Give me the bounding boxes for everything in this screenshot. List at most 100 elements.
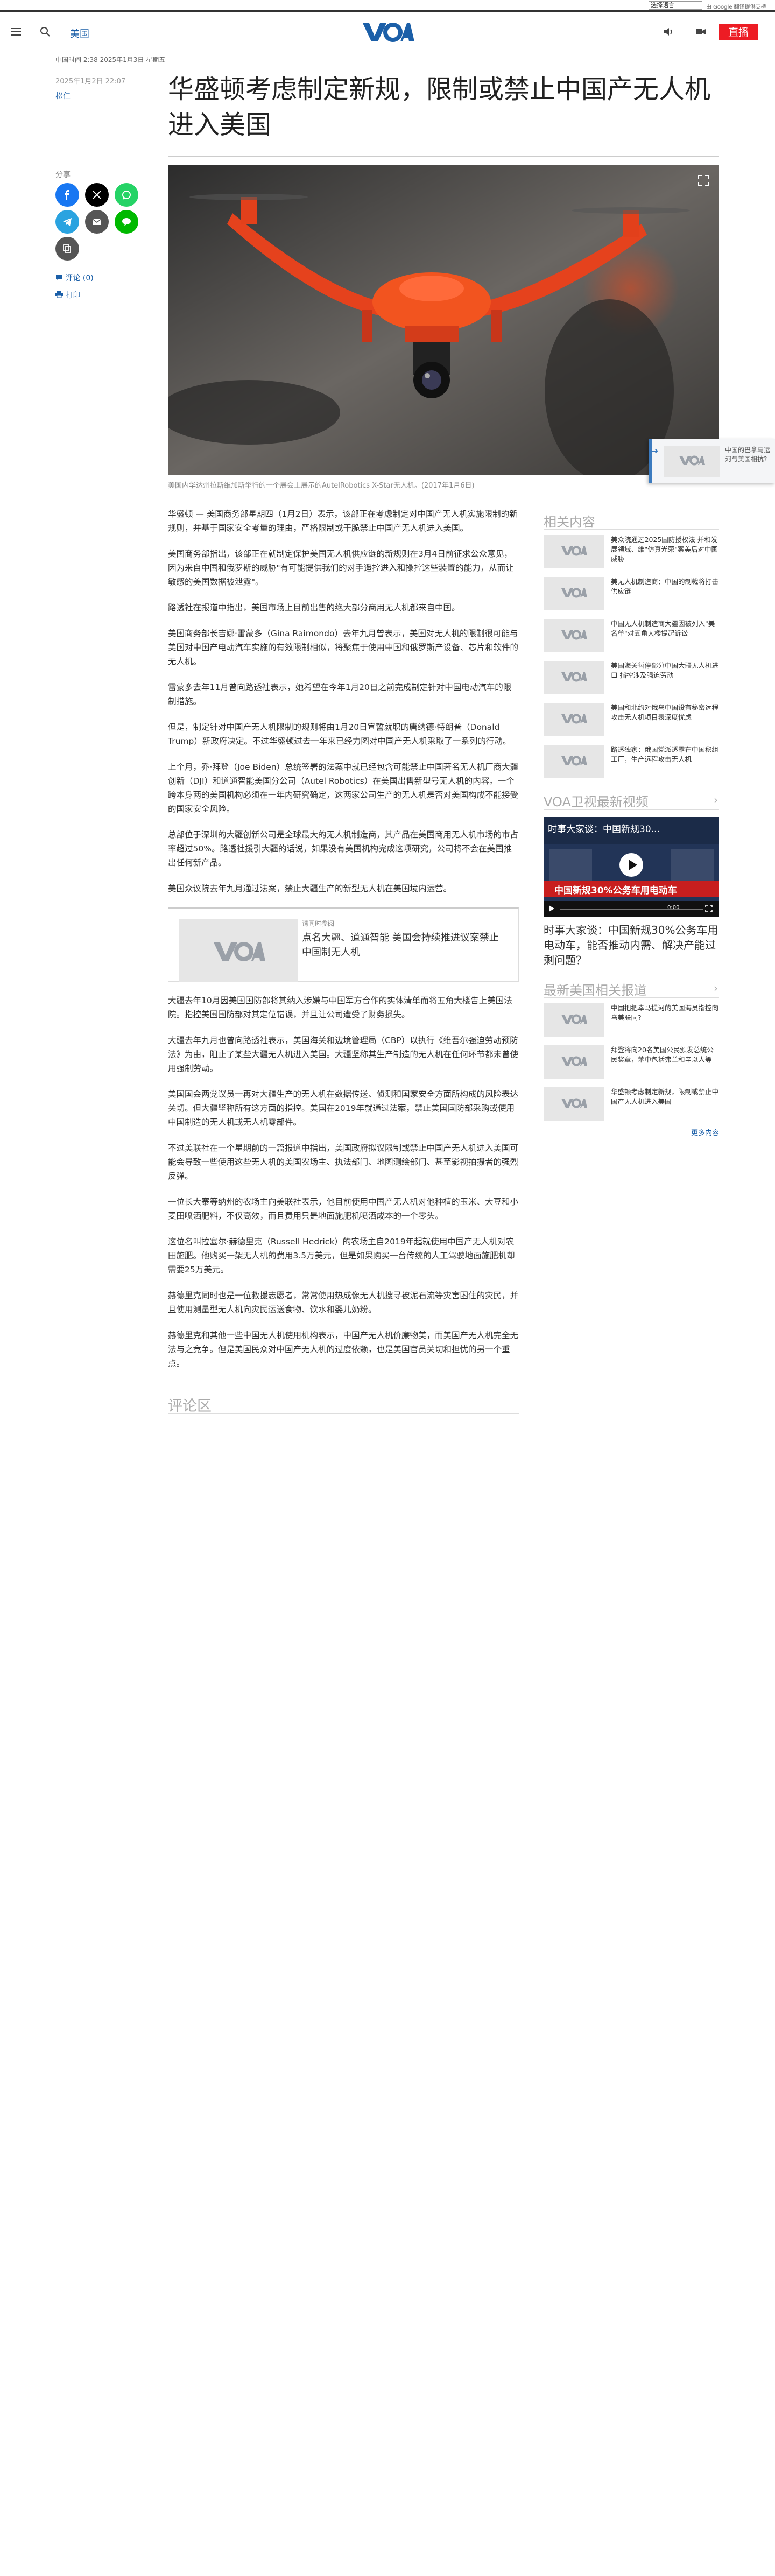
sidebar-list-item[interactable]: 美国和北约对俄乌中国设有秘密远程攻击无人机项目表深度忧虑 xyxy=(544,698,719,740)
arrow-right-icon[interactable]: ➜ xyxy=(651,446,658,456)
floating-recommendation[interactable]: ➜ 中国的巴拿马运河与美国相抗? xyxy=(649,439,775,483)
language-select[interactable]: 选择语言 xyxy=(649,1,702,10)
translate-bar: 选择语言 由 Google 翻译提供支持 xyxy=(0,0,775,12)
comment-icon xyxy=(56,275,62,280)
comments-section-title: 评论区 xyxy=(168,1398,212,1414)
x-icon xyxy=(93,191,101,199)
related-article-card[interactable]: 请同时参阅 点名大疆、道通智能 美国会持续推进议案禁止中国制无人机 xyxy=(168,907,519,982)
sidebar-list-item[interactable]: 中国无人机制造商大疆因被列入"美名单"对五角大楼提起诉讼 xyxy=(544,614,719,656)
sidebar-item-title[interactable]: 华盛顿考虑制定新规，限制或禁止中国产无人机进入美国 xyxy=(611,1087,718,1107)
sidebar-item-title[interactable]: 美众院通过2025国防授权法 并和发展领域、维"仿真光荣"案美后对中国威胁 xyxy=(611,535,718,564)
article-paragraph: 但是，制定针对中国产无人机限制的规则将由1月20日宣誓就职的唐纳德·特朗普（Do… xyxy=(168,722,511,746)
title-divider xyxy=(168,156,719,157)
sidebar-item-thumbnail xyxy=(544,1045,604,1079)
chevron-right-icon: › xyxy=(714,793,718,806)
telegram-share-button[interactable] xyxy=(55,210,79,234)
copy-icon xyxy=(63,244,71,253)
video-banner: 中国新规30%公务车用电动车 xyxy=(554,885,677,896)
video-player[interactable]: 时事大家谈：中国新规30... 中国新规30%公务车用电动车 0:00 xyxy=(544,817,719,917)
related-article-kicker: 请同时参阅 xyxy=(302,920,335,927)
article-paragraph: 美国商务部指出，该部正在就制定保护美国无人机供应链的新规则在3月4日前征求公众意… xyxy=(168,549,514,587)
print-link[interactable]: 打印 xyxy=(55,290,80,300)
sidebar-item-title[interactable]: 美无人机制造商：中国的制裁将打击供应链 xyxy=(611,577,718,596)
sidebar-item-title[interactable]: 美国海关暂停部分中国大疆无人机进口 指控涉及强迫劳动 xyxy=(611,661,718,680)
sidebar-list-item[interactable]: 华盛顿考虑制定新规，限制或禁止中国产无人机进入美国 xyxy=(544,1082,719,1124)
sidebar-item-title[interactable]: 路透独家：俄国党派透露在中国秘组工厂，生产远程攻击无人机 xyxy=(611,745,718,764)
related-article-title[interactable]: 点名大疆、道通智能 美国会持续推进议案禁止中国制无人机 xyxy=(302,931,506,960)
video-icon[interactable] xyxy=(694,25,707,38)
menu-icon[interactable] xyxy=(10,25,23,38)
line-icon xyxy=(122,218,131,226)
comments-divider xyxy=(168,1413,519,1414)
play-button[interactable] xyxy=(619,853,643,877)
video-title[interactable]: 时事大家谈：中国新规30%公务车用电动车，能否推动内需、解决产能过剩问题？ xyxy=(544,923,719,968)
comments-link[interactable]: 评论 (0) xyxy=(55,272,94,283)
sidebar-list-item[interactable]: 美国海关暂停部分中国大疆无人机进口 指控涉及强迫劳动 xyxy=(544,656,719,698)
video-section-heading[interactable]: VOA卫视最新视频 › xyxy=(544,791,719,810)
fullscreen-icon[interactable] xyxy=(705,904,713,914)
latest-section-title: 最新美国相关报道 xyxy=(544,983,647,998)
article-paragraph: 美国众议院去年九月通过法案，禁止大疆生产的新型无人机在美国境内运营。 xyxy=(168,884,452,893)
sidebar-item-title[interactable]: 中国无人机制造商大疆因被列入"美名单"对五角大楼提起诉讼 xyxy=(611,619,718,638)
latest-section-heading[interactable]: 最新美国相关报道 › xyxy=(544,980,719,998)
share-label: 分享 xyxy=(55,171,71,179)
author-link[interactable]: 松仁 xyxy=(55,90,71,101)
search-icon[interactable] xyxy=(39,25,52,38)
drone-photo xyxy=(168,165,719,475)
video-time: 0:00 xyxy=(667,905,680,911)
sidebar-item-thumbnail xyxy=(544,535,604,568)
timestamp-line: 中国时间 2:38 2025年1月3日 星期五 xyxy=(55,56,166,64)
voa-logo[interactable] xyxy=(361,21,414,44)
video-play-control[interactable] xyxy=(548,904,555,914)
article-paragraph: 总部位于深圳的大疆创新公司是全球最大的无人机制造商，其产品在美国商用无人机市场的… xyxy=(168,830,519,868)
facebook-share-button[interactable] xyxy=(55,183,79,207)
article-paragraph: 美国国会两党议员一再对大疆生产的无人机在数据传送、侦测和国家安全方面所构成的风险… xyxy=(168,1089,519,1127)
article-paragraph: 赫德里克同时也是一位救援志愿者，常常使用热成像无人机搜寻被泥石流等灾害困住的灾民… xyxy=(168,1291,519,1314)
article-paragraph: 一位长大寨等纳州的农场主向美联社表示，他目前使用中国产无人机对他种植的玉米、大豆… xyxy=(168,1197,519,1221)
sidebar-item-title[interactable]: 拜登将向20名美国公民颁发总统公民奖章，苯中包括弗兰和辛以人等 xyxy=(611,1045,718,1065)
x-share-button[interactable] xyxy=(85,183,109,207)
related-list: 美众院通过2025国防授权法 并和发展领域、维"仿真光荣"案美后对中国威胁美无人… xyxy=(544,530,719,782)
chevron-right-icon: › xyxy=(714,982,718,995)
audio-icon[interactable] xyxy=(662,25,675,38)
article-paragraph: 上个月，乔·拜登（Joe Biden）总统签署的法案中就已经包含可能禁止中国著名… xyxy=(168,762,519,814)
sidebar-item-thumbnail xyxy=(544,661,604,694)
article-paragraph: 路透社在报道中指出，美国市场上目前出售的绝大部分商用无人机都来自中国。 xyxy=(168,603,460,613)
article-paragraph: 这位名叫拉塞尔·赫德里克（Russell Hedrick）的农场主自2019年起… xyxy=(168,1237,515,1275)
related-content-title: 相关内容 xyxy=(544,515,595,530)
expand-icon[interactable] xyxy=(698,174,709,186)
article-paragraph: 美国商务部长吉娜·雷蒙多（Gina Raimondo）去年九月曾表示，美国对无人… xyxy=(168,629,519,666)
article-paragraph: 华盛顿 — 美国商务部星期四（1月2日）表示，该部正在考虑制定对中国产无人机实施… xyxy=(168,509,518,533)
sidebar-item-title[interactable]: 中国把把幸马提河的美国海员指控向乌美联同? xyxy=(611,1003,718,1023)
latest-list: 中国把把幸马提河的美国海员指控向乌美联同? 拜登将向20名美国公民颁发总统公民奖章… xyxy=(544,998,719,1124)
sidebar-list-item[interactable]: 路透独家：俄国党派透露在中国秘组工厂，生产远程攻击无人机 xyxy=(544,740,719,782)
sidebar-list-item[interactable]: 美无人机制造商：中国的制裁将打击供应链 xyxy=(544,572,719,614)
floating-title[interactable]: 中国的巴拿马运河与美国相抗? xyxy=(725,446,774,464)
sidebar-item-title[interactable]: 美国和北约对俄乌中国设有秘密远程攻击无人机项目表深度忧虑 xyxy=(611,703,718,722)
live-button[interactable]: 直播 xyxy=(719,24,758,40)
whatsapp-share-button[interactable] xyxy=(115,183,138,207)
article-body: 华盛顿 — 美国商务部星期四（1月2日）表示，该部正在考虑制定对中国产无人机实施… xyxy=(168,507,519,1382)
video-headline: 时事大家谈：中国新规30... xyxy=(548,824,660,835)
related-article-thumbnail xyxy=(179,919,298,982)
translate-powered-by: 由 Google 翻译提供支持 xyxy=(706,4,766,10)
image-caption: 美国内华达州拉斯维加斯举行的一个展会上展示的AutelRobotics X-St… xyxy=(168,482,475,490)
related-content-heading: 相关内容 xyxy=(544,511,719,530)
video-section-title: VOA卫视最新视频 xyxy=(544,794,649,810)
line-share-button[interactable] xyxy=(115,210,138,234)
article-paragraph: 赫德里克和其他一些中国无人机使用机构表示，中国产无人机价廉物美，而美国产无人机完… xyxy=(168,1331,519,1368)
whatsapp-icon xyxy=(122,191,131,200)
sidebar-list-item[interactable]: 美众院通过2025国防授权法 并和发展领域、维"仿真光荣"案美后对中国威胁 xyxy=(544,530,719,572)
page-title: 华盛顿考虑制定新规，限制或禁止中国产无人机进入美国 xyxy=(168,74,711,140)
copy-link-button[interactable] xyxy=(55,237,79,261)
sidebar-list-item[interactable]: 拜登将向20名美国公民颁发总统公民奖章，苯中包括弗兰和辛以人等 xyxy=(544,1040,719,1082)
email-icon xyxy=(92,219,102,225)
more-content-link[interactable]: 更多内容 xyxy=(544,1127,719,1137)
sidebar-list-item[interactable]: 中国把把幸马提河的美国海员指控向乌美联同? xyxy=(544,998,719,1040)
sidebar-item-thumbnail xyxy=(544,745,604,778)
print-link-label: 打印 xyxy=(65,291,81,300)
sidebar-item-thumbnail xyxy=(544,1087,604,1121)
header-section-link[interactable]: 美国 xyxy=(70,26,89,40)
sidebar-item-thumbnail xyxy=(544,1003,604,1037)
email-share-button[interactable] xyxy=(85,210,109,234)
